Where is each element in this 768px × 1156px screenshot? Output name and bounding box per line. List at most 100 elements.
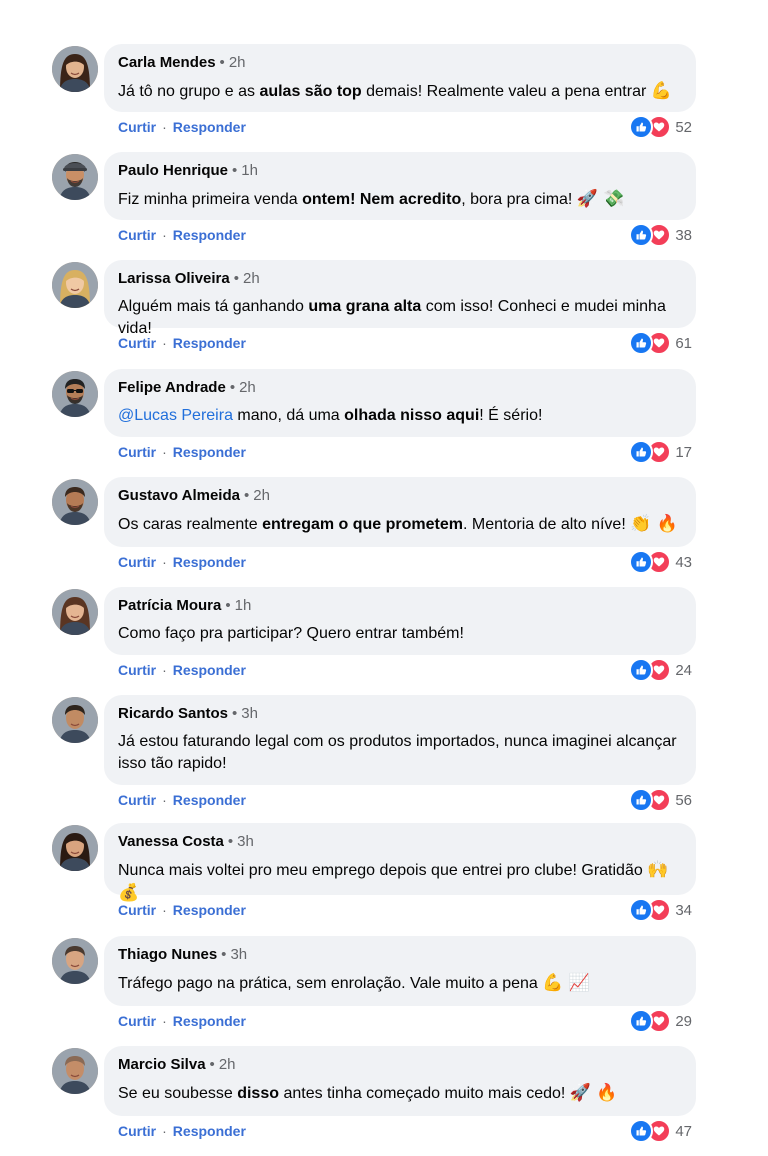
reactions-summary[interactable]: 24 bbox=[629, 658, 692, 682]
comment-text-segment: Os caras realmente bbox=[118, 516, 263, 533]
like-button[interactable]: Curtir bbox=[118, 902, 156, 918]
reaction-count: 29 bbox=[675, 1012, 692, 1030]
reactions-summary[interactable]: 38 bbox=[629, 223, 692, 247]
commenter-name[interactable]: Felipe Andrade bbox=[118, 379, 226, 396]
emoji-icon: 🚀 💸 bbox=[576, 189, 625, 209]
action-separator: · bbox=[162, 444, 167, 460]
reaction-count: 38 bbox=[675, 226, 692, 244]
comment-text-bold: entregam o que prometem bbox=[262, 516, 463, 533]
reaction-count: 43 bbox=[675, 553, 692, 571]
meta-separator: • bbox=[232, 162, 238, 179]
action-separator: · bbox=[162, 792, 167, 808]
reactions-summary[interactable]: 29 bbox=[629, 1009, 692, 1033]
reply-button[interactable]: Responder bbox=[173, 554, 246, 570]
commenter-name[interactable]: Vanessa Costa bbox=[118, 833, 224, 850]
comment-text-segment: demais! Realmente valeu a pena entrar bbox=[361, 83, 651, 100]
like-button[interactable]: Curtir bbox=[118, 119, 156, 135]
comment-item: Patrícia Moura • 1h Como faço pra participa… bbox=[0, 587, 768, 695]
mention-link[interactable]: @Lucas Pereira bbox=[118, 407, 233, 424]
reply-button[interactable]: Responder bbox=[173, 119, 246, 135]
action-separator: · bbox=[162, 554, 167, 570]
comment-text-segment: mano, dá uma bbox=[232, 407, 345, 424]
like-button[interactable]: Curtir bbox=[118, 444, 156, 460]
comment-time[interactable]: 3h bbox=[230, 946, 247, 963]
reply-button[interactable]: Responder bbox=[173, 1013, 246, 1029]
comment-actions: Curtir · Responder bbox=[118, 1012, 246, 1030]
avatar[interactable] bbox=[52, 154, 98, 200]
action-separator: · bbox=[162, 335, 167, 351]
commenter-name[interactable]: Thiago Nunes bbox=[118, 946, 217, 963]
reply-button[interactable]: Responder bbox=[173, 662, 246, 678]
avatar[interactable] bbox=[52, 825, 98, 871]
comment-item: Thiago Nunes • 3h Tráfego pago na prática, … bbox=[0, 936, 768, 1046]
comment-bubble: Patrícia Moura • 1h Como faço pra participa… bbox=[104, 587, 696, 655]
avatar[interactable] bbox=[52, 938, 98, 984]
action-separator: · bbox=[162, 227, 167, 243]
comment-text-segment: Tráfego pago na prática, sem enrolação. … bbox=[118, 975, 543, 992]
comment-item: Vanessa Costa • 3h Nunca mais voltei pro me… bbox=[0, 823, 768, 935]
comment-time[interactable]: 2h bbox=[243, 270, 260, 287]
commenter-name[interactable]: Gustavo Almeida bbox=[118, 487, 240, 504]
comment-meta: Paulo Henrique • 1h bbox=[118, 162, 682, 180]
reaction-count: 34 bbox=[675, 901, 692, 919]
comment-bubble: Vanessa Costa • 3h Nunca mais voltei pro me… bbox=[104, 823, 696, 903]
comment-time[interactable]: 1h bbox=[241, 162, 258, 179]
like-button[interactable]: Curtir bbox=[118, 335, 156, 351]
comment-text-segment: , bora pra cima! bbox=[461, 191, 577, 208]
commenter-name[interactable]: Patrícia Moura bbox=[118, 597, 221, 614]
meta-separator: • bbox=[233, 270, 240, 287]
reactions-summary[interactable]: 34 bbox=[629, 898, 692, 922]
avatar[interactable] bbox=[52, 371, 98, 417]
meta-separator: • bbox=[232, 705, 238, 722]
like-button[interactable]: Curtir bbox=[118, 1123, 156, 1139]
comment-text-bold: ontem! Nem acredito bbox=[302, 191, 462, 208]
reply-button[interactable]: Responder bbox=[173, 902, 246, 918]
comment-text-segment: antes tinha começado muito mais cedo! bbox=[279, 1085, 570, 1102]
commenter-name[interactable]: Paulo Henrique bbox=[118, 162, 228, 179]
comment-text-segment: Alguém mais tá ganhando bbox=[118, 298, 309, 315]
like-button[interactable]: Curtir bbox=[118, 227, 156, 243]
reply-button[interactable]: Responder bbox=[173, 792, 246, 808]
reactions-summary[interactable]: 47 bbox=[629, 1119, 692, 1143]
avatar[interactable] bbox=[52, 46, 98, 92]
reaction-count: 61 bbox=[675, 334, 692, 352]
commenter-name[interactable]: Larissa Oliveira bbox=[118, 270, 230, 287]
comment-text-segment: Nunca mais voltei pro meu emprego depois… bbox=[118, 862, 648, 879]
reactions-summary[interactable]: 61 bbox=[629, 331, 692, 355]
avatar[interactable] bbox=[52, 479, 98, 525]
commenter-name[interactable]: Marcio Silva bbox=[118, 1056, 206, 1073]
like-button[interactable]: Curtir bbox=[118, 662, 156, 678]
comment-time[interactable]: 2h bbox=[229, 54, 246, 71]
avatar[interactable] bbox=[52, 1048, 98, 1094]
reply-button[interactable]: Responder bbox=[173, 1123, 246, 1139]
commenter-name[interactable]: Carla Mendes bbox=[118, 54, 216, 71]
comment-bubble: Gustavo Almeida • 2h Os caras realmente ent… bbox=[104, 477, 696, 547]
comment-actions: Curtir · Responder bbox=[118, 118, 246, 136]
comment-text: Já estou faturando legal com os produtos… bbox=[118, 731, 682, 775]
avatar[interactable] bbox=[52, 697, 98, 743]
reactions-summary[interactable]: 17 bbox=[629, 440, 692, 464]
avatar[interactable] bbox=[52, 589, 98, 635]
reply-button[interactable]: Responder bbox=[173, 444, 246, 460]
avatar[interactable] bbox=[52, 262, 98, 308]
reactions-summary[interactable]: 56 bbox=[629, 788, 692, 812]
reactions-summary[interactable]: 43 bbox=[629, 550, 692, 574]
reply-button[interactable]: Responder bbox=[173, 335, 246, 351]
reply-button[interactable]: Responder bbox=[173, 227, 246, 243]
reactions-summary[interactable]: 52 bbox=[629, 115, 692, 139]
comment-time[interactable]: 2h bbox=[219, 1056, 236, 1073]
comment-time[interactable]: 2h bbox=[253, 487, 270, 504]
comment-time[interactable]: 3h bbox=[237, 833, 254, 850]
meta-separator: • bbox=[219, 54, 225, 71]
comment-meta: Felipe Andrade • 2h bbox=[118, 379, 682, 397]
like-button[interactable]: Curtir bbox=[118, 1013, 156, 1029]
comment-time[interactable]: 2h bbox=[239, 379, 256, 396]
comment-item: Carla Mendes • 2h Já tô no grupo e as aulas… bbox=[0, 44, 768, 152]
comment-text: Se eu soubesse disso antes tinha começad… bbox=[118, 1082, 682, 1105]
commenter-name[interactable]: Ricardo Santos bbox=[118, 705, 228, 722]
comment-time[interactable]: 1h bbox=[235, 597, 252, 614]
like-button[interactable]: Curtir bbox=[118, 554, 156, 570]
like-button[interactable]: Curtir bbox=[118, 792, 156, 808]
meta-separator: • bbox=[227, 833, 234, 850]
comment-time[interactable]: 3h bbox=[241, 705, 258, 722]
